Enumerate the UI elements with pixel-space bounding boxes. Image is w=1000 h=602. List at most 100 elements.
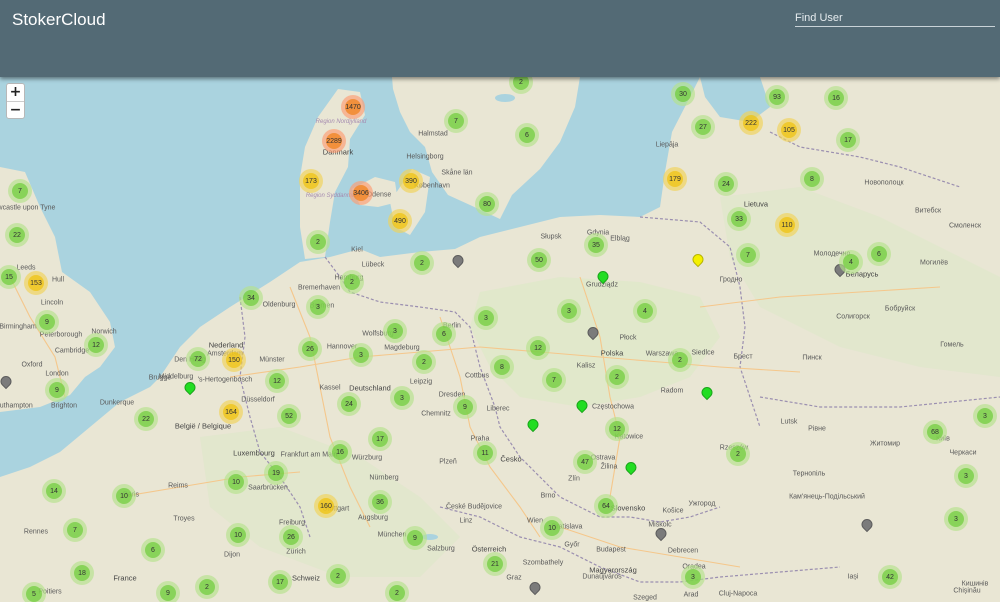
marker-cluster[interactable]: 47 bbox=[573, 450, 597, 474]
marker-cluster[interactable]: 16 bbox=[328, 440, 352, 464]
marker-cluster[interactable]: 68 bbox=[923, 420, 947, 444]
marker-cluster[interactable]: 6 bbox=[432, 322, 456, 346]
marker-cluster[interactable]: 3406 bbox=[349, 181, 373, 205]
marker-cluster[interactable]: 105 bbox=[777, 118, 801, 142]
marker-cluster[interactable]: 3 bbox=[306, 295, 330, 319]
marker-cluster[interactable]: 17 bbox=[836, 128, 860, 152]
marker-cluster[interactable]: 7 bbox=[444, 109, 468, 133]
marker-cluster[interactable]: 18 bbox=[70, 561, 94, 585]
marker-cluster[interactable]: 30 bbox=[671, 82, 695, 106]
marker-cluster[interactable]: 110 bbox=[775, 213, 799, 237]
marker-cluster[interactable]: 80 bbox=[475, 192, 499, 216]
marker-cluster[interactable]: 2 bbox=[412, 350, 436, 374]
marker-cluster[interactable]: 4 bbox=[839, 250, 863, 274]
marker-cluster[interactable]: 22 bbox=[5, 223, 29, 247]
marker-cluster[interactable]: 72 bbox=[186, 347, 210, 371]
marker-cluster[interactable]: 5 bbox=[22, 582, 46, 602]
find-user-input[interactable] bbox=[795, 9, 995, 27]
marker-cluster[interactable]: 2 bbox=[340, 270, 364, 294]
marker-cluster[interactable]: 3 bbox=[973, 404, 997, 428]
marker-cluster[interactable]: 3 bbox=[474, 306, 498, 330]
marker-cluster[interactable]: 2 bbox=[195, 575, 219, 599]
marker-cluster[interactable]: 64 bbox=[594, 494, 618, 518]
marker-cluster[interactable]: 16 bbox=[824, 86, 848, 110]
marker-cluster[interactable]: 9 bbox=[35, 310, 59, 334]
marker-cluster[interactable]: 9 bbox=[453, 395, 477, 419]
marker-cluster[interactable]: 11 bbox=[473, 441, 497, 465]
marker-cluster[interactable]: 26 bbox=[298, 337, 322, 361]
marker-cluster-count: 222 bbox=[743, 115, 759, 131]
marker-cluster[interactable]: 10 bbox=[112, 484, 136, 508]
marker-cluster[interactable]: 14 bbox=[42, 479, 66, 503]
zoom-out-button[interactable]: − bbox=[7, 101, 24, 118]
marker-cluster[interactable]: 160 bbox=[314, 494, 338, 518]
marker-cluster[interactable]: 26 bbox=[279, 525, 303, 549]
marker-cluster[interactable]: 3 bbox=[681, 565, 705, 589]
marker-cluster[interactable]: 50 bbox=[527, 248, 551, 272]
marker-cluster[interactable]: 2 bbox=[306, 230, 330, 254]
marker-cluster[interactable]: 6 bbox=[515, 123, 539, 147]
marker-cluster-count: 6 bbox=[436, 326, 452, 342]
marker-cluster[interactable]: 10 bbox=[224, 470, 248, 494]
marker-cluster[interactable]: 33 bbox=[727, 207, 751, 231]
marker-cluster[interactable]: 2 bbox=[410, 251, 434, 275]
marker-cluster[interactable]: 12 bbox=[605, 417, 629, 441]
marker-cluster[interactable]: 17 bbox=[268, 570, 292, 594]
marker-cluster[interactable]: 9 bbox=[403, 526, 427, 550]
marker-cluster[interactable]: 8 bbox=[490, 355, 514, 379]
marker-cluster[interactable]: 24 bbox=[337, 392, 361, 416]
marker-cluster[interactable]: 7 bbox=[63, 518, 87, 542]
marker-cluster[interactable]: 2 bbox=[668, 348, 692, 372]
marker-cluster[interactable]: 12 bbox=[265, 369, 289, 393]
marker-cluster[interactable]: 9 bbox=[45, 378, 69, 402]
marker-cluster[interactable]: 3 bbox=[944, 507, 968, 531]
marker-cluster[interactable]: 153 bbox=[24, 271, 48, 295]
marker-cluster[interactable]: 390 bbox=[399, 169, 423, 193]
marker-cluster[interactable]: 164 bbox=[219, 400, 243, 424]
marker-cluster[interactable]: 21 bbox=[483, 552, 507, 576]
marker-cluster[interactable]: 42 bbox=[878, 565, 902, 589]
marker-cluster[interactable]: 24 bbox=[714, 172, 738, 196]
marker-cluster[interactable]: 173 bbox=[299, 169, 323, 193]
marker-cluster[interactable]: 12 bbox=[84, 333, 108, 357]
marker-cluster[interactable]: 8 bbox=[800, 167, 824, 191]
marker-cluster[interactable]: 1470 bbox=[341, 95, 365, 119]
marker-cluster[interactable]: 3 bbox=[557, 299, 581, 323]
marker-cluster[interactable]: 93 bbox=[765, 85, 789, 109]
marker-cluster[interactable]: 10 bbox=[540, 516, 564, 540]
marker-cluster[interactable]: 7 bbox=[8, 179, 32, 203]
marker-cluster[interactable]: 3 bbox=[383, 319, 407, 343]
marker-cluster[interactable]: 22 bbox=[134, 407, 158, 431]
marker-cluster[interactable]: 2 bbox=[726, 442, 750, 466]
map-view[interactable]: + − DanmarkKøbenhavnHalmstadHelsingborgS… bbox=[0, 77, 1000, 602]
marker-cluster[interactable]: 150 bbox=[222, 348, 246, 372]
marker-cluster[interactable]: 9 bbox=[156, 581, 180, 602]
marker-cluster[interactable]: 12 bbox=[526, 336, 550, 360]
marker-cluster[interactable]: 6 bbox=[867, 242, 891, 266]
marker-cluster[interactable]: 17 bbox=[368, 427, 392, 451]
marker-cluster[interactable]: 4 bbox=[633, 299, 657, 323]
marker-cluster[interactable]: 36 bbox=[368, 490, 392, 514]
marker-cluster[interactable]: 2 bbox=[385, 581, 409, 602]
marker-cluster[interactable]: 222 bbox=[739, 111, 763, 135]
marker-cluster[interactable]: 10 bbox=[226, 523, 250, 547]
marker-cluster[interactable]: 490 bbox=[388, 209, 412, 233]
marker-cluster[interactable]: 7 bbox=[542, 368, 566, 392]
marker-cluster[interactable]: 6 bbox=[141, 538, 165, 562]
marker-cluster[interactable]: 35 bbox=[584, 233, 608, 257]
marker-cluster[interactable]: 3 bbox=[349, 343, 373, 367]
zoom-control: + − bbox=[6, 83, 25, 119]
marker-cluster[interactable]: 179 bbox=[663, 167, 687, 191]
marker-cluster-count: 2 bbox=[310, 234, 326, 250]
marker-cluster[interactable]: 3 bbox=[954, 464, 978, 488]
marker-cluster[interactable]: 7 bbox=[736, 243, 760, 267]
marker-cluster[interactable]: 19 bbox=[264, 461, 288, 485]
marker-cluster[interactable]: 2 bbox=[326, 564, 350, 588]
marker-cluster[interactable]: 34 bbox=[239, 286, 263, 310]
marker-cluster[interactable]: 52 bbox=[277, 404, 301, 428]
zoom-in-button[interactable]: + bbox=[7, 84, 24, 101]
marker-cluster[interactable]: 27 bbox=[691, 115, 715, 139]
marker-cluster[interactable]: 3 bbox=[390, 386, 414, 410]
marker-cluster[interactable]: 2289 bbox=[322, 129, 346, 153]
marker-cluster[interactable]: 2 bbox=[605, 365, 629, 389]
